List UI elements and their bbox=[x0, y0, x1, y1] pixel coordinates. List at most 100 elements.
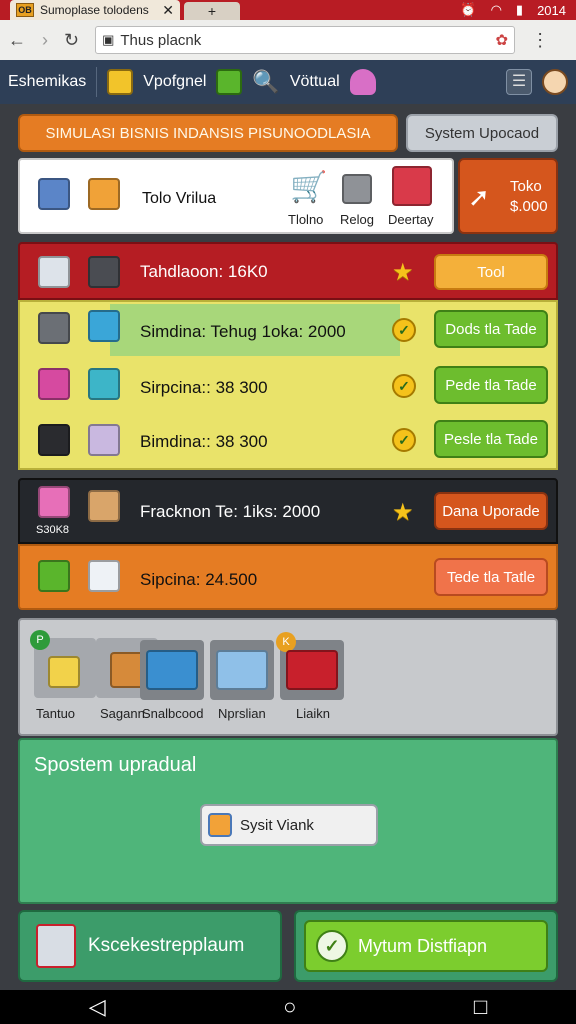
forward-icon[interactable]: › bbox=[42, 30, 48, 51]
home-circle-icon[interactable]: ○ bbox=[283, 994, 296, 1020]
toko-action-line1: Toko bbox=[510, 178, 542, 195]
ledger-icon bbox=[208, 813, 232, 837]
tab-title: Sumoplase tolodens bbox=[40, 3, 149, 17]
green-crate-icon bbox=[38, 560, 70, 592]
pink-gift-icon bbox=[38, 368, 70, 400]
system-icons: ⏰ ◠ ▮ 2014 bbox=[460, 2, 566, 18]
star-icon: ★ bbox=[392, 259, 414, 286]
tan-box-icon bbox=[88, 490, 120, 522]
upgrade-title: Spostem upradual bbox=[34, 754, 197, 776]
url-text: Thus placnk bbox=[120, 31, 202, 49]
shop-building-icon bbox=[36, 924, 76, 968]
toko-action-line2: $.000 bbox=[510, 198, 548, 215]
row-6-button[interactable]: Tede tla Tatle bbox=[434, 558, 548, 596]
check-badge-icon: ✓ bbox=[392, 428, 416, 452]
ledger-icon[interactable] bbox=[107, 69, 134, 95]
bottom-right-label: Mytum Distfiapn bbox=[358, 935, 488, 956]
url-bar[interactable]: ▣ Thus placnk ✿ bbox=[95, 26, 516, 54]
row-5-badge: S30K8 bbox=[36, 524, 70, 536]
browser-tab[interactable]: OB Sumoplase tolodens ✕ bbox=[10, 0, 180, 20]
toko-action-button[interactable]: ➚ Toko $.000 bbox=[458, 158, 558, 234]
reload-icon[interactable]: ↻ bbox=[64, 30, 79, 51]
gamebar-label-1[interactable]: Eshemikas bbox=[8, 73, 86, 91]
row-4-text: Bimdina:: 38 300 bbox=[140, 432, 268, 451]
toko-item-2: Relog bbox=[340, 212, 374, 227]
browser-navbar: ← › ↻ ▣ Thus placnk ✿ ⋮ bbox=[0, 20, 576, 60]
alarm-icon: ⏰ bbox=[460, 2, 477, 17]
building-item-5[interactable]: K bbox=[276, 632, 344, 700]
back-icon[interactable]: ← bbox=[8, 30, 26, 51]
clock: 2014 bbox=[537, 2, 566, 18]
gamebar-label-2[interactable]: Vpofgnel bbox=[143, 73, 206, 91]
toko-item-1: Tlolno bbox=[288, 212, 324, 227]
plant-shop-icon bbox=[216, 650, 268, 690]
market-building-icon bbox=[146, 650, 198, 690]
android-navbar: ◁ ○ □ bbox=[0, 990, 576, 1024]
extension-icon[interactable]: ✿ bbox=[496, 31, 509, 49]
row-6-text: Sipcina: 24.500 bbox=[140, 570, 258, 589]
gamebar-label-3[interactable]: Vöttual bbox=[290, 73, 340, 91]
row-1-text: Tahdlaoon: 16K0 bbox=[140, 262, 268, 281]
building-item-3[interactable] bbox=[140, 640, 204, 700]
row-5: S30K8 Fracknon Te: 1iks: 2000 ★ Dana Upo… bbox=[18, 478, 558, 544]
menu-icon[interactable]: ⋮ bbox=[531, 30, 549, 51]
building-label-4: Nprslian bbox=[218, 706, 266, 721]
row-6: Sipcina: 24.500 Tede tla Tatle bbox=[18, 544, 558, 610]
building-label-3: Snalbcood bbox=[142, 706, 204, 721]
row-3-button[interactable]: Pede tla Tade bbox=[434, 366, 548, 404]
shopping-cart-icon[interactable]: 🛒 bbox=[290, 170, 327, 205]
stacked-goods-icon bbox=[392, 166, 432, 206]
toko-name: Tolo Vrilua bbox=[142, 190, 217, 207]
row-5-text: Fracknon Te: 1iks: 2000 bbox=[140, 502, 321, 521]
new-tab-button[interactable]: + bbox=[184, 2, 240, 20]
wifi-icon: ◠ bbox=[490, 2, 502, 17]
search-icon[interactable]: 🔍 bbox=[252, 69, 279, 95]
close-tab-icon[interactable]: ✕ bbox=[162, 2, 174, 19]
bottom-right-inner: ✓ Mytum Distfiapn bbox=[304, 920, 548, 972]
building-item-4[interactable] bbox=[210, 640, 274, 700]
back-triangle-icon[interactable]: ◁ bbox=[89, 994, 106, 1020]
recents-square-icon[interactable]: □ bbox=[474, 994, 487, 1020]
check-badge-icon: ✓ bbox=[392, 374, 416, 398]
game-title: SIMULASI BISNIS INDANSIS PISUNOODLASIA bbox=[18, 114, 398, 152]
bottom-right-button[interactable]: ✓ Mytum Distfiapn bbox=[294, 910, 558, 982]
page-icon: ▣ bbox=[102, 32, 115, 47]
blue-crate-icon bbox=[38, 178, 70, 210]
blue-gift-icon bbox=[88, 310, 120, 342]
shopping-bag-icon[interactable] bbox=[349, 69, 376, 95]
green-box-icon[interactable] bbox=[216, 69, 243, 95]
grey-crate-icon bbox=[342, 174, 372, 204]
settings-list-icon[interactable]: ☰ bbox=[506, 69, 532, 95]
row-5-button[interactable]: Dana Uporade bbox=[434, 492, 548, 530]
white-crate-icon bbox=[88, 560, 120, 592]
system-upload-button[interactable]: System Upocaod bbox=[406, 114, 558, 152]
toko-panel: Tolo Vrilua 🛒 Tlolno Relog Deertay bbox=[18, 158, 454, 234]
building-label-5: Liaikn bbox=[296, 706, 330, 721]
game-top-bar: Eshemikas Vpofgnel 🔍 Vöttual ☰ bbox=[0, 60, 576, 104]
bottom-left-label: Kscekestrepplaum bbox=[88, 935, 245, 956]
orange-crate-icon bbox=[88, 178, 120, 210]
lavender-box-icon bbox=[88, 424, 120, 456]
silver-box-icon bbox=[38, 256, 70, 288]
star-icon: ★ bbox=[392, 499, 414, 526]
rows-panel: Simdina: Tehug 1oka: 2000 ✓ Dods tla Tad… bbox=[18, 300, 558, 470]
upgrade-button[interactable]: Sysit Viank bbox=[200, 804, 378, 846]
check-badge-icon: ✓ bbox=[392, 318, 416, 342]
row-4-button[interactable]: Pesle tla Tade bbox=[434, 420, 548, 458]
dark-box-icon bbox=[88, 256, 120, 288]
toko-item-3: Deertay bbox=[388, 212, 434, 227]
row-1-button[interactable]: Tool bbox=[434, 254, 548, 290]
teal-gift-icon bbox=[88, 368, 120, 400]
building-label-1: Tantuo bbox=[36, 706, 76, 721]
building-label-2: Sagann bbox=[100, 706, 145, 721]
row-2-button[interactable]: Dods tla Tade bbox=[434, 310, 548, 348]
grey-machine-icon bbox=[38, 312, 70, 344]
building-item-1[interactable]: P bbox=[30, 630, 96, 698]
bottom-left-button[interactable]: Kscekestrepplaum bbox=[18, 910, 282, 982]
divider bbox=[96, 67, 98, 97]
avatar[interactable] bbox=[542, 69, 568, 95]
row-2-text: Simdina: Tehug 1oka: 2000 bbox=[140, 322, 346, 341]
awning-shop-icon bbox=[286, 650, 338, 690]
row-3-text: Sirpcina:: 38 300 bbox=[140, 378, 268, 397]
building-badge-1: P bbox=[30, 630, 50, 650]
